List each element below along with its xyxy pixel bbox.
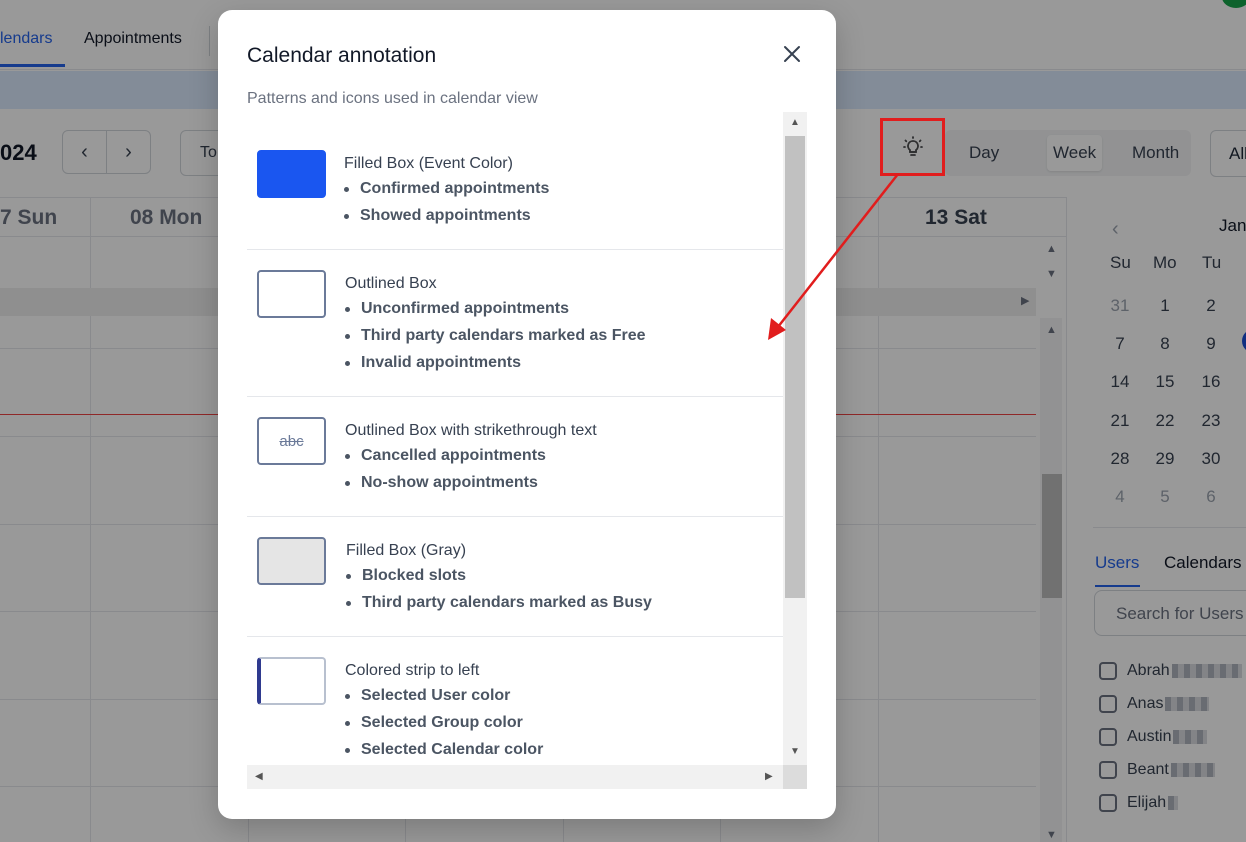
annotation-bullet: Unconfirmed appointments <box>345 295 646 322</box>
annotation-item-bullets: Confirmed appointments Showed appointmen… <box>344 175 549 229</box>
modal-subtitle: Patterns and icons used in calendar view <box>247 90 538 107</box>
modal-title: Calendar annotation <box>247 44 437 67</box>
annotation-item: Filled Box (Gray) Blocked slots Third pa… <box>247 517 783 637</box>
annotation-bullet: Cancelled appointments <box>345 442 546 469</box>
annotation-item-bullets: Unconfirmed appointments Third party cal… <box>345 295 646 376</box>
annotation-bullet: Confirmed appointments <box>344 175 549 202</box>
annotation-item-bullets: Cancelled appointments No-show appointme… <box>345 442 546 496</box>
annotation-bullet: Blocked slots <box>346 562 652 589</box>
annotation-item-bullets: Selected User color Selected Group color… <box>345 682 543 763</box>
close-button[interactable] <box>780 42 804 66</box>
annotation-item: Colored strip to left Selected User colo… <box>247 637 783 765</box>
annotation-item: Filled Box (Event Color) Confirmed appoi… <box>247 112 783 250</box>
lightbulb-icon <box>902 136 923 156</box>
strikethrough-box-swatch: abc <box>257 417 326 465</box>
annotation-bullet: Showed appointments <box>344 202 549 229</box>
annotation-item-bullets: Blocked slots Third party calendars mark… <box>346 562 652 616</box>
colored-strip-swatch <box>257 657 326 705</box>
scrollbar-corner <box>783 765 807 789</box>
outlined-box-swatch <box>257 270 326 318</box>
annotation-item-title: Outlined Box <box>345 275 437 292</box>
calendar-annotation-modal: Calendar annotation Patterns and icons u… <box>218 10 836 819</box>
scroll-up-arrow-icon[interactable]: ▲ <box>790 117 800 128</box>
annotation-bullet: Third party calendars marked as Free <box>345 322 646 349</box>
filled-gray-swatch <box>257 537 326 585</box>
annotation-bullet: Selected User color <box>345 682 543 709</box>
annotation-item: Outlined Box Unconfirmed appointments Th… <box>247 250 783 397</box>
annotation-list-container: Filled Box (Event Color) Confirmed appoi… <box>247 112 807 789</box>
annotation-bullet: Invalid appointments <box>345 349 646 376</box>
list-scrollbar-thumb[interactable] <box>785 136 805 598</box>
annotation-highlight-box <box>880 118 945 176</box>
annotation-item-title: Filled Box (Event Color) <box>344 155 513 172</box>
annotation-list: Filled Box (Event Color) Confirmed appoi… <box>247 112 783 765</box>
scroll-left-arrow-icon[interactable]: ◀ <box>255 771 263 782</box>
annotation-item-title: Filled Box (Gray) <box>346 542 467 559</box>
list-vertical-scrollbar[interactable]: ▲ ▼ <box>783 112 807 765</box>
annotation-bullet: Selected Calendar color <box>345 736 543 763</box>
annotation-item-title: Colored strip to left <box>345 662 480 679</box>
annotation-bullet: Third party calendars marked as Busy <box>346 589 652 616</box>
filled-event-color-swatch <box>257 150 326 198</box>
close-icon <box>784 46 800 62</box>
scroll-down-arrow-icon[interactable]: ▼ <box>790 746 800 757</box>
scroll-right-arrow-icon[interactable]: ▶ <box>765 771 773 782</box>
annotation-item-title: Outlined Box with strikethrough text <box>345 422 597 439</box>
annotation-bullet: No-show appointments <box>345 469 546 496</box>
list-horizontal-scrollbar[interactable]: ◀ ▶ <box>247 765 783 789</box>
annotation-item: abc Outlined Box with strikethrough text… <box>247 397 783 517</box>
annotation-bullet: Selected Group color <box>345 709 543 736</box>
